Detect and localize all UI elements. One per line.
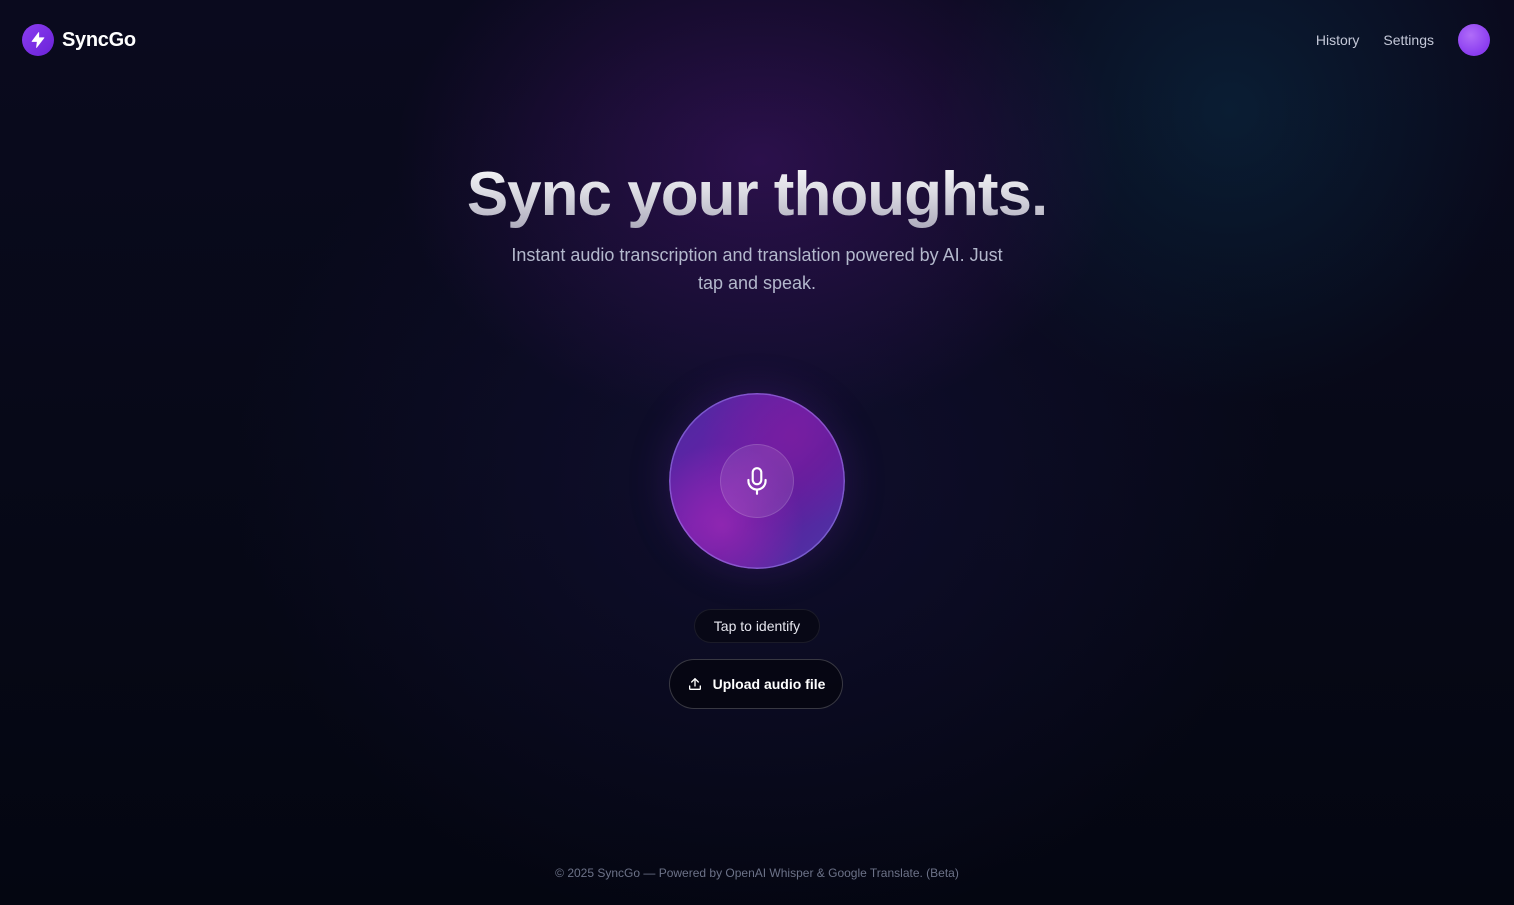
hero-title: Sync your thoughts. — [0, 158, 1514, 232]
brand-home-link[interactable]: SyncGo — [22, 24, 136, 56]
upload-audio-label: Upload audio file — [712, 676, 826, 692]
brand-name: SyncGo — [62, 28, 136, 51]
upload-audio-button[interactable]: Upload audio file — [669, 659, 843, 709]
top-nav: History Settings — [1316, 24, 1490, 56]
footer-text: © 2025 SyncGo — Powered by OpenAI Whispe… — [555, 866, 959, 880]
record-button[interactable] — [669, 393, 845, 569]
tap-to-identify-label: Tap to identify — [694, 609, 820, 643]
lightning-bolt-icon — [22, 24, 54, 56]
nav-history-link[interactable]: History — [1316, 32, 1360, 48]
app-page: SyncGo History Settings Sync your though… — [0, 0, 1514, 905]
microphone-icon — [747, 467, 767, 495]
upload-icon — [687, 676, 703, 692]
hero-subtitle: Instant audio transcription and translat… — [511, 245, 1003, 293]
nav-settings-link[interactable]: Settings — [1383, 32, 1434, 48]
avatar[interactable] — [1458, 24, 1490, 56]
mic-button-inner — [720, 444, 794, 518]
